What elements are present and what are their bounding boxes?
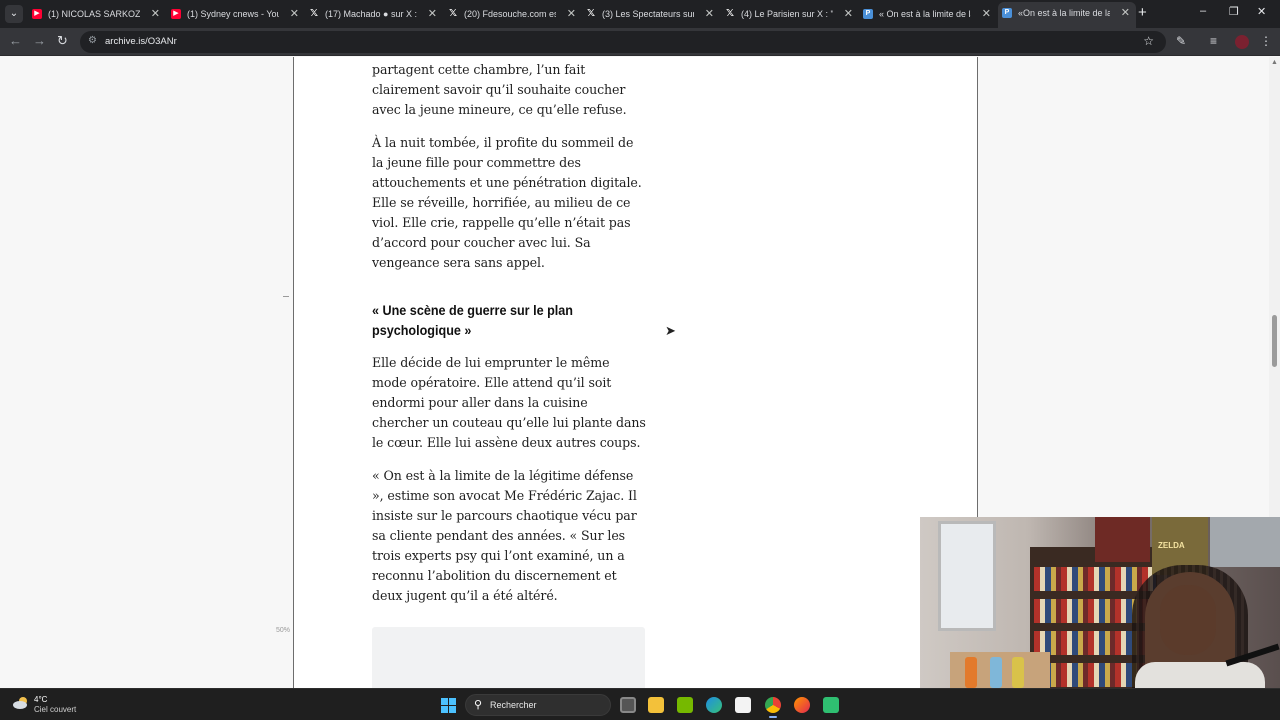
- tab-title: (1) NICOLAS SARKOZY : l: [48, 9, 140, 19]
- article-subheading: « Une scène de guerre sur le plan psycho…: [372, 302, 573, 338]
- tab-7[interactable]: P « On est à la limite de la l ✕: [859, 4, 997, 24]
- site-info-icon[interactable]: ⚙: [88, 35, 100, 47]
- window-close-icon[interactable]: ✕: [1257, 5, 1266, 18]
- back-icon[interactable]: ←: [9, 34, 22, 48]
- mouse-cursor-icon: ➤: [665, 323, 676, 338]
- webcam-bottle: [965, 657, 977, 688]
- close-icon[interactable]: ✕: [844, 4, 853, 24]
- forward-icon[interactable]: →: [33, 34, 46, 48]
- nvidia-icon[interactable]: [677, 697, 693, 713]
- extensions-icon[interactable]: ✎: [1176, 34, 1186, 48]
- bookmark-star-icon[interactable]: ☆: [1143, 34, 1154, 48]
- close-icon[interactable]: ✕: [151, 4, 160, 24]
- close-icon[interactable]: ✕: [982, 4, 991, 24]
- search-placeholder: Rechercher: [490, 700, 537, 710]
- poster-text: ZELDA: [1158, 541, 1185, 550]
- url-text[interactable]: archive.is/O3ANr: [105, 31, 177, 53]
- tab-title: (17) Machado ● sur X : ": [325, 9, 417, 19]
- webcam-person-face: [1160, 585, 1216, 655]
- app-icon[interactable]: [823, 697, 839, 713]
- browser-toolbar: ← → ↻ ⚙ archive.is/O3ANr ☆ ✎ ≡ ⋮: [0, 28, 1280, 56]
- x-icon: 𝕏: [586, 8, 596, 19]
- youtube-icon: ▶: [171, 9, 181, 19]
- tab-title: (3) Les Spectateurs sur X: [602, 9, 694, 19]
- taskbar-search-box[interactable]: ⚲ Rechercher: [465, 694, 611, 716]
- close-icon[interactable]: ✕: [567, 4, 576, 24]
- tab-title: (20) Fdesouche.com est u: [464, 9, 556, 19]
- tab-search-chevron-icon[interactable]: ⌄: [5, 5, 23, 23]
- tab-4[interactable]: 𝕏 (20) Fdesouche.com est u ✕: [444, 4, 582, 24]
- windows-start-icon[interactable]: [441, 698, 456, 713]
- store-icon[interactable]: [735, 697, 751, 713]
- tab-2[interactable]: ▶ (1) Sydney cnews - YouTu ✕: [167, 4, 305, 24]
- close-icon[interactable]: ✕: [428, 4, 437, 24]
- tab-5[interactable]: 𝕏 (3) Les Spectateurs sur X ✕: [582, 4, 720, 24]
- edge-icon[interactable]: [706, 697, 722, 713]
- menu-kebab-icon[interactable]: ⋮: [1260, 34, 1272, 48]
- tab-title: (1) Sydney cnews - YouTu: [187, 9, 279, 19]
- webcam-person-shirt: [1135, 662, 1265, 688]
- cloudy-weather-icon[interactable]: [12, 696, 30, 710]
- webcam-bottle: [1012, 657, 1024, 688]
- tab-1[interactable]: ▶ (1) NICOLAS SARKOZY : l ✕: [28, 4, 166, 24]
- side-percent-label: 50%: [276, 627, 291, 634]
- reading-list-icon[interactable]: ≡: [1210, 34, 1217, 48]
- tab-8-active[interactable]: P «On est à la limite de la l ✕: [998, 2, 1136, 28]
- search-icon: ⚲: [474, 699, 483, 711]
- webcam-poster: [1210, 517, 1280, 567]
- article-paragraph-1: partagent cette chambre, l’un fait clair…: [372, 62, 627, 117]
- webcam-poster: [1095, 517, 1150, 562]
- tab-strip: ⌄ ▶ (1) NICOLAS SARKOZY : l ✕ ▶ (1) Sydn…: [0, 0, 1280, 28]
- x-icon: 𝕏: [725, 8, 735, 19]
- close-icon[interactable]: ✕: [705, 4, 714, 24]
- scroll-up-arrow-icon[interactable]: ▲: [1271, 59, 1278, 66]
- tab-3[interactable]: 𝕏 (17) Machado ● sur X : " ✕: [305, 4, 443, 24]
- x-icon: 𝕏: [309, 8, 319, 19]
- close-icon[interactable]: ✕: [1121, 2, 1130, 24]
- restore-icon[interactable]: ❐: [1229, 5, 1239, 18]
- tab-title: «On est à la limite de la l: [1018, 8, 1110, 18]
- article-paragraph-2: À la nuit tombée, il profite du sommeil …: [372, 135, 642, 270]
- webcam-window: [938, 521, 996, 631]
- ad-placeholder: [372, 627, 645, 688]
- new-tab-button[interactable]: +: [1138, 5, 1147, 20]
- profile-avatar[interactable]: [1235, 35, 1249, 49]
- close-icon[interactable]: ✕: [290, 4, 299, 24]
- webcam-overlay: ZELDA: [920, 517, 1280, 688]
- task-view-icon[interactable]: [620, 697, 636, 713]
- weather-temperature[interactable]: 4°C: [34, 695, 47, 704]
- windows-taskbar: 4°C Ciel couvert ⚲ Rechercher: [0, 688, 1280, 720]
- file-explorer-icon[interactable]: [648, 697, 664, 713]
- article-paragraph-3: Elle décide de lui emprunter le même mod…: [372, 355, 646, 450]
- tab-6[interactable]: 𝕏 (4) Le Parisien sur X : "«O ✕: [721, 4, 859, 24]
- firefox-icon[interactable]: [794, 697, 810, 713]
- archive-icon: P: [1002, 8, 1012, 18]
- weather-description[interactable]: Ciel couvert: [34, 705, 76, 714]
- reload-icon[interactable]: ↻: [57, 34, 68, 48]
- article-paragraph-4: « On est à la limite de la légitime défe…: [372, 468, 637, 603]
- tab-title: (4) Le Parisien sur X : "«O: [741, 9, 833, 19]
- minimize-icon[interactable]: –: [1200, 5, 1206, 17]
- screen: ⌄ ▶ (1) NICOLAS SARKOZY : l ✕ ▶ (1) Sydn…: [0, 0, 1280, 720]
- scrollbar-thumb[interactable]: [1272, 315, 1277, 367]
- address-bar[interactable]: ⚙ archive.is/O3ANr ☆: [80, 31, 1166, 53]
- x-icon: 𝕏: [448, 8, 458, 19]
- youtube-icon: ▶: [32, 9, 42, 19]
- side-tick: [283, 296, 289, 297]
- webcam-bottle: [990, 657, 1002, 688]
- tab-title: « On est à la limite de la l: [879, 9, 971, 19]
- archive-icon: P: [863, 9, 873, 19]
- chrome-icon[interactable]: [765, 697, 781, 718]
